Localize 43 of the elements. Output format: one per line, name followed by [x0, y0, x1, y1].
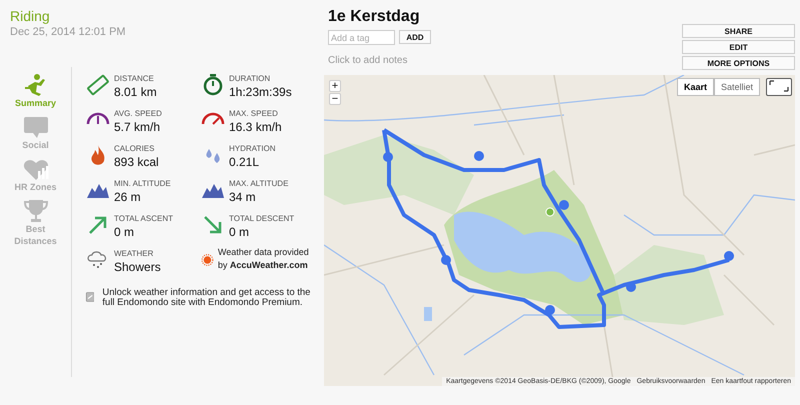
stat-label: TOTAL ASCENT: [114, 214, 173, 223]
stat-value: 0 m: [229, 225, 250, 239]
ruler-icon: [86, 73, 110, 97]
stat-label: AVG. SPEED: [114, 109, 162, 118]
workout-title: 1e Kerstdag: [328, 8, 421, 26]
stat-label: HYDRATION: [229, 144, 276, 153]
tag-field[interactable]: Add a tag: [328, 30, 395, 45]
stat-label: CALORIES: [114, 144, 156, 153]
stat-value: 5.7 km/h: [114, 120, 162, 134]
stat-value: 26 m: [114, 190, 142, 204]
stat-label: WEATHER: [114, 249, 154, 258]
stat-value: 0.21L: [229, 155, 260, 169]
action-button[interactable]: SHARE: [682, 24, 795, 38]
stat-value: 1h:23m:39s: [229, 85, 292, 99]
map-type-tab[interactable]: Satelliet: [714, 78, 760, 96]
heart-chart-icon: [22, 157, 48, 181]
activity-date: Dec 25, 2014 12:01 PM: [10, 26, 127, 38]
stat-value: 16.3 km/h: [229, 120, 282, 134]
map-type-tab[interactable]: Kaart: [676, 78, 714, 96]
fullscreen-icon: [769, 80, 789, 92]
stat-value: Showers: [114, 260, 161, 274]
add-button[interactable]: ADD: [399, 30, 431, 44]
stat-label: TOTAL DESCENT: [229, 214, 294, 223]
stat-label: MAX. ALTITUDE: [229, 179, 288, 188]
action-button[interactable]: EDIT: [682, 40, 795, 54]
stat-label: MAX. SPEED: [229, 109, 279, 118]
action-button[interactable]: MORE OPTIONS: [682, 56, 795, 70]
stat-value: 893 kcal: [114, 155, 159, 169]
stopwatch-icon: [201, 73, 225, 97]
zoom-out-button[interactable]: −: [329, 93, 341, 105]
stat-label: MIN. ALTITUDE: [114, 179, 171, 188]
stat-value: 34 m: [229, 190, 257, 204]
stat-value: 0 m: [114, 225, 136, 239]
weather-credit: Weather data provided by AccuWeather.com: [218, 246, 310, 272]
trophy-icon: [22, 199, 48, 223]
stat-label: DISTANCE: [114, 74, 155, 83]
speech-bubble-icon: [22, 115, 48, 139]
fullscreen-button[interactable]: [766, 78, 792, 96]
activity-type: Riding: [10, 8, 51, 24]
zoom-in-button[interactable]: +: [329, 80, 341, 92]
stat-value: 8.01 km: [114, 85, 157, 99]
stat-label: DURATION: [229, 74, 272, 83]
premium-notice: Unlock weather information and get access to the full Endomondo site with Endomondo Premium.: [102, 288, 312, 308]
